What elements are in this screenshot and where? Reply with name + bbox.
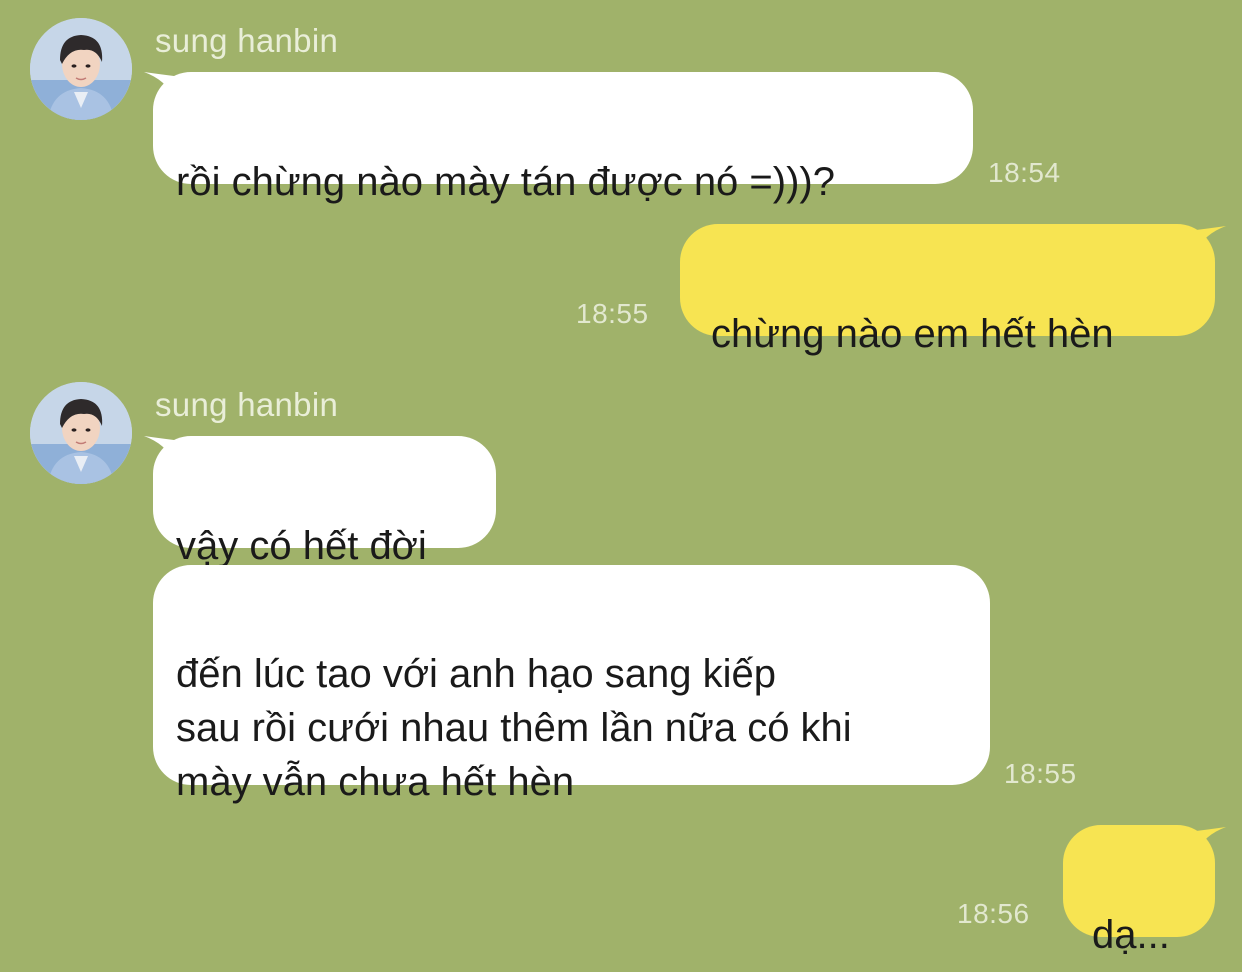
- message-text: đến lúc tao với anh hạo sang kiếp sau rồ…: [176, 652, 852, 804]
- contact-avatar[interactable]: [30, 382, 132, 484]
- message-text: chừng nào em hết hèn: [711, 312, 1114, 356]
- message-time: 18:55: [576, 298, 649, 329]
- avatar-image: [30, 382, 132, 484]
- message-time: 18:56: [957, 898, 1030, 929]
- sender-name: sung hanbin: [155, 386, 339, 423]
- bubble-tail: [1196, 827, 1226, 853]
- contact-avatar[interactable]: [30, 18, 132, 120]
- message-text: vậy có hết đời: [176, 524, 427, 568]
- message-bubble[interactable]: đến lúc tao với anh hạo sang kiếp sau rồ…: [153, 565, 990, 804]
- avatar-image: [30, 18, 132, 120]
- message-time: 18:55: [1004, 758, 1077, 789]
- message-text: dạ...: [1092, 913, 1170, 957]
- message-bubble[interactable]: rồi chừng nào mày tán được nó =)))?: [153, 72, 973, 204]
- bubble-tail: [1196, 226, 1226, 252]
- message-time: 18:54: [988, 157, 1061, 188]
- sender-name: sung hanbin: [155, 22, 339, 59]
- message-bubble[interactable]: dạ...: [1063, 825, 1215, 957]
- message-text: rồi chừng nào mày tán được nó =)))?: [176, 160, 835, 204]
- message-bubble[interactable]: vậy có hết đời: [153, 436, 496, 568]
- message-bubble[interactable]: chừng nào em hết hèn: [680, 224, 1215, 356]
